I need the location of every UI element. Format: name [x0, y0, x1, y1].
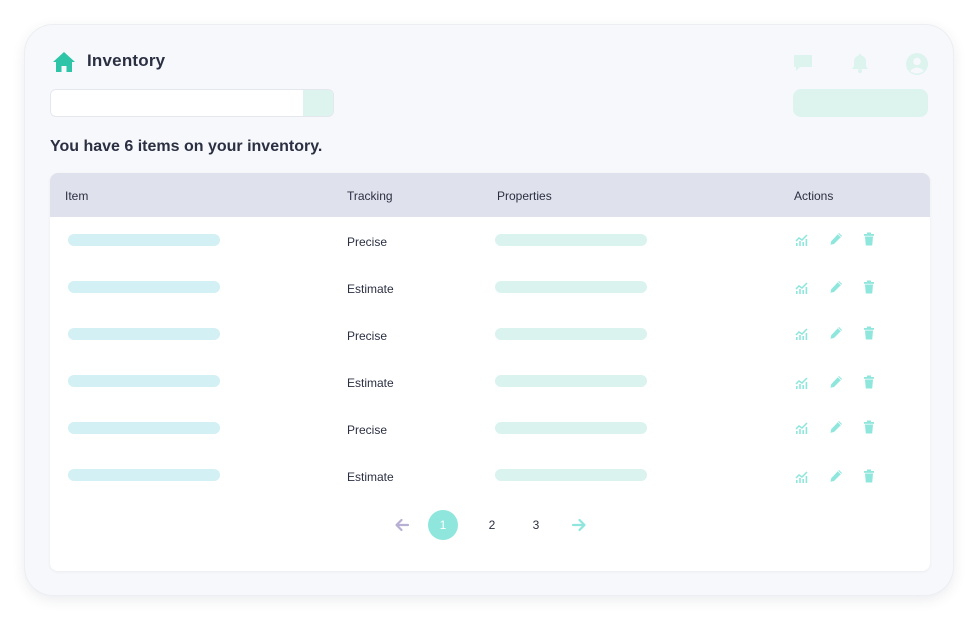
chart-icon[interactable] — [795, 469, 809, 483]
pencil-icon[interactable] — [829, 469, 843, 483]
column-header-tracking[interactable]: Tracking — [347, 189, 393, 203]
search-button[interactable] — [303, 90, 333, 116]
properties-placeholder — [495, 234, 647, 246]
properties-placeholder — [495, 422, 647, 434]
page-1-button[interactable]: 1 — [428, 510, 458, 540]
item-name-placeholder — [68, 375, 220, 387]
tracking-value: Precise — [347, 423, 388, 437]
table-row[interactable]: Estimate — [50, 358, 930, 405]
add-item-button[interactable] — [793, 89, 928, 117]
tracking-value: Precise — [347, 235, 388, 249]
page-3-button[interactable]: 3 — [521, 510, 551, 540]
properties-placeholder — [495, 375, 647, 387]
chart-icon[interactable] — [795, 420, 809, 434]
trash-icon[interactable] — [862, 375, 876, 389]
pagination: 1 2 3 — [0, 510, 980, 540]
table-row[interactable]: Estimate — [50, 452, 930, 499]
properties-placeholder — [495, 328, 647, 340]
trash-icon[interactable] — [862, 232, 876, 246]
tracking-value: Estimate — [347, 376, 394, 390]
home-icon[interactable] — [52, 51, 76, 73]
chart-icon[interactable] — [795, 375, 809, 389]
trash-icon[interactable] — [862, 469, 876, 483]
trash-icon[interactable] — [862, 280, 876, 294]
table-row[interactable]: Precise — [50, 217, 930, 264]
column-header-properties[interactable]: Properties — [497, 189, 552, 203]
search-input[interactable] — [51, 90, 304, 116]
chart-icon[interactable] — [795, 232, 809, 246]
table-row[interactable]: Precise — [50, 405, 930, 452]
item-name-placeholder — [68, 234, 220, 246]
page-title: Inventory — [87, 51, 166, 70]
table-row[interactable]: Precise — [50, 311, 930, 358]
item-name-placeholder — [68, 469, 220, 481]
tracking-value: Precise — [347, 329, 388, 343]
pencil-icon[interactable] — [829, 420, 843, 434]
bell-icon[interactable] — [851, 53, 869, 73]
pencil-icon[interactable] — [829, 280, 843, 294]
chat-icon[interactable] — [793, 54, 813, 73]
column-header-actions: Actions — [794, 189, 834, 203]
properties-placeholder — [495, 469, 647, 481]
arrow-left-icon[interactable] — [394, 518, 410, 532]
tracking-value: Estimate — [347, 282, 394, 296]
pencil-icon[interactable] — [829, 375, 843, 389]
chart-icon[interactable] — [795, 280, 809, 294]
pencil-icon[interactable] — [829, 232, 843, 246]
inventory-summary: You have 6 items on your inventory. — [50, 138, 323, 155]
properties-placeholder — [495, 281, 647, 293]
arrow-right-icon[interactable] — [571, 518, 587, 532]
item-name-placeholder — [68, 328, 220, 340]
item-name-placeholder — [68, 422, 220, 434]
pencil-icon[interactable] — [829, 326, 843, 340]
page-2-button[interactable]: 2 — [477, 510, 507, 540]
tracking-value: Estimate — [347, 470, 394, 484]
search-box — [50, 89, 334, 117]
chart-icon[interactable] — [795, 326, 809, 340]
user-avatar-icon[interactable] — [905, 52, 929, 76]
trash-icon[interactable] — [862, 326, 876, 340]
table-header: Item Tracking Properties Actions — [50, 173, 930, 217]
item-name-placeholder — [68, 281, 220, 293]
column-header-item[interactable]: Item — [65, 189, 88, 203]
table-row[interactable]: Estimate — [50, 264, 930, 311]
trash-icon[interactable] — [862, 420, 876, 434]
